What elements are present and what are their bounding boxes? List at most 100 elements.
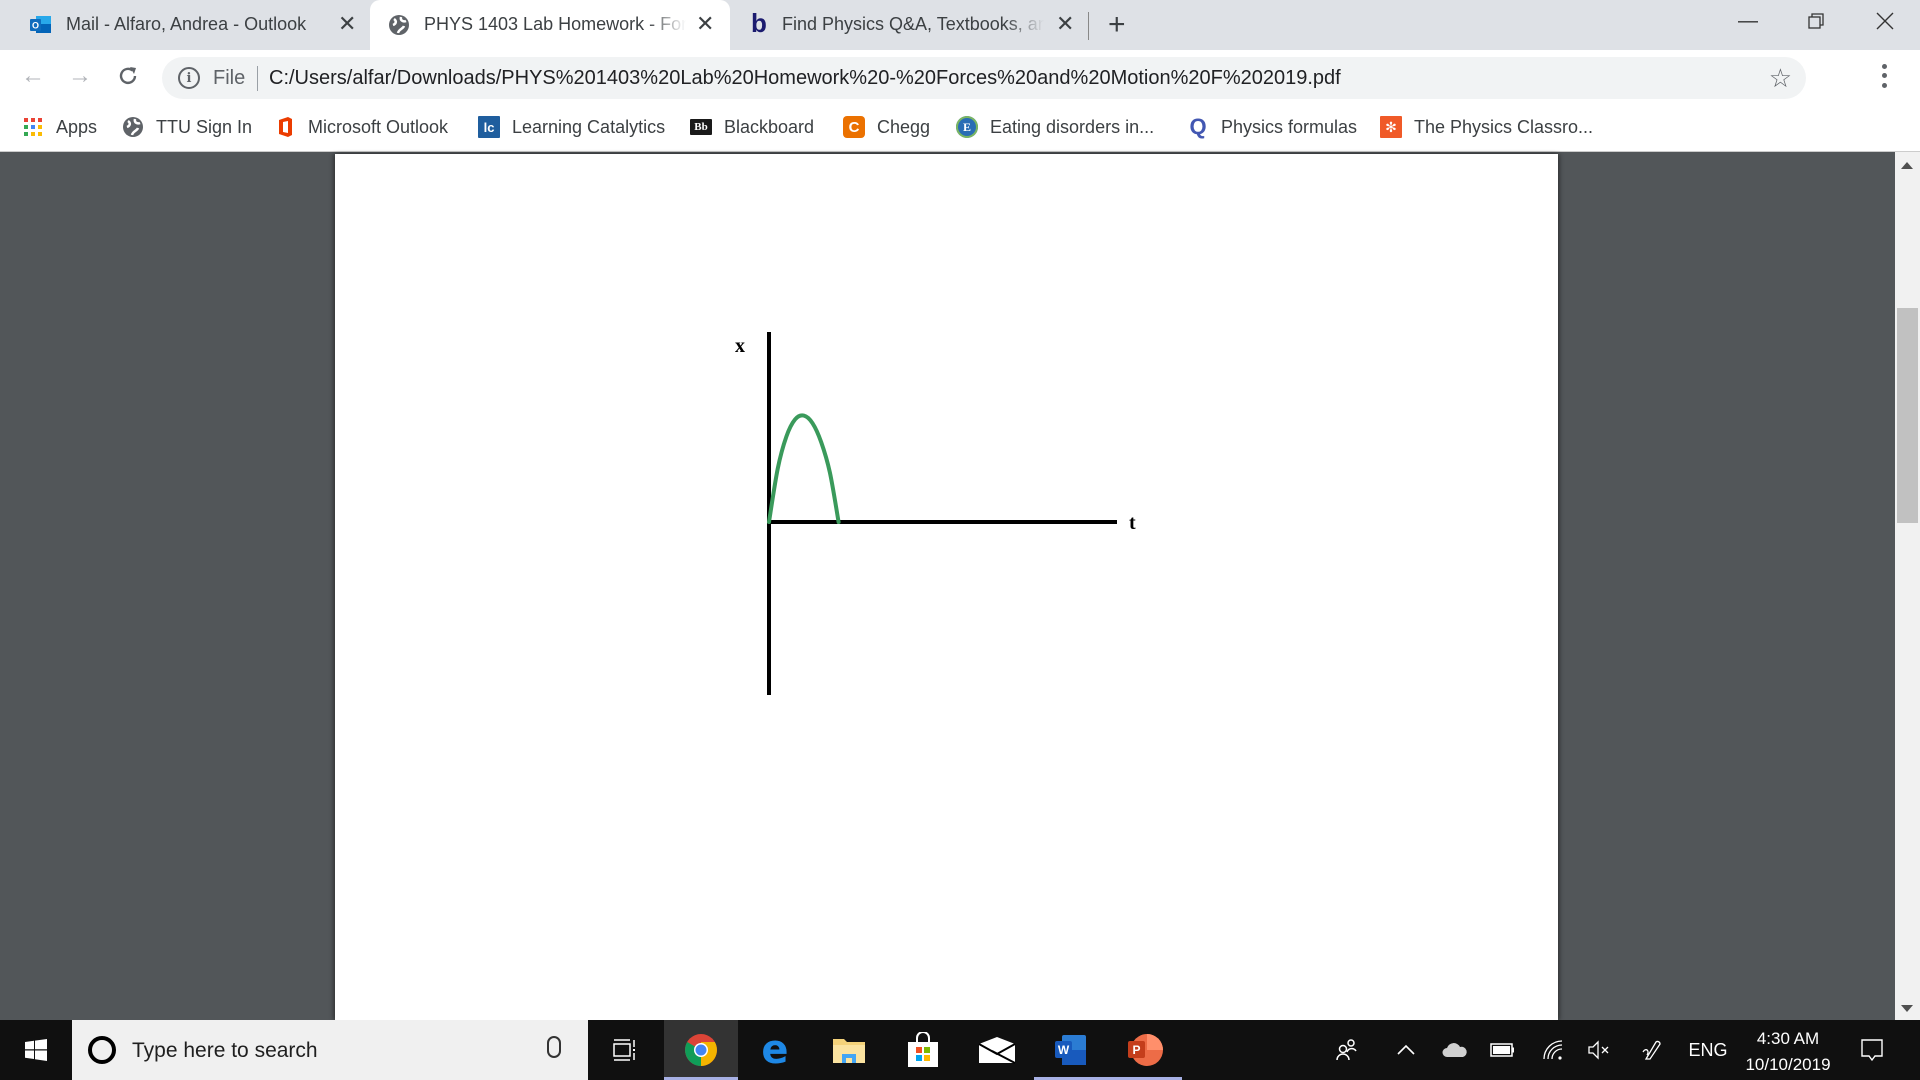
onedrive-cloud-icon [1442, 1043, 1467, 1057]
bookmark-label: Eating disorders in... [990, 116, 1155, 137]
scrollbar-thumb[interactable] [1897, 308, 1918, 523]
word-icon: W [1055, 1035, 1086, 1065]
bookmark-apps[interactable]: Apps [22, 115, 97, 139]
office-icon [274, 116, 296, 138]
close-tab-icon[interactable]: ✕ [1056, 13, 1074, 35]
bookmark-learning-catalytics[interactable]: lc Learning Catalytics [478, 115, 665, 139]
vertical-scrollbar[interactable] [1895, 152, 1920, 1020]
bookmark-label: TTU Sign In [156, 116, 253, 137]
globe-icon [388, 14, 410, 36]
scheme-label: File [213, 67, 246, 89]
tab-bartleby[interactable]: b Find Physics Q&A, Textbooks, and more … [740, 0, 1085, 50]
bookmark-physics-formulas[interactable]: Q Physics formulas [1187, 114, 1357, 139]
tab-outlook-mail[interactable]: O Mail - Alfaro, Andrea - Outlook ✕ [0, 0, 378, 50]
reload-button[interactable] [112, 60, 144, 92]
pdf-viewer[interactable]: x t [0, 152, 1895, 1020]
taskbar-powerpoint[interactable]: P [1108, 1020, 1182, 1080]
start-button[interactable] [0, 1020, 72, 1080]
back-button[interactable]: ← [17, 60, 49, 92]
address-bar[interactable]: i File C:/Users/alfar/Downloads/PHYS%201… [162, 57, 1806, 99]
series-line [767, 413, 841, 524]
taskbar-edge[interactable]: e [738, 1020, 812, 1080]
taskbar-mail[interactable] [960, 1020, 1034, 1080]
position-time-graph: x t [735, 332, 1136, 695]
bookmark-physics-classroom[interactable]: ✻ The Physics Classro... [1380, 115, 1593, 139]
url-text[interactable]: C:/Users/alfar/Downloads/PHYS%201403%20L… [269, 67, 1341, 90]
people-button[interactable] [1330, 1020, 1364, 1080]
taskbar-file-explorer[interactable] [812, 1020, 886, 1080]
restore-button[interactable] [1781, 0, 1851, 42]
battery-button[interactable] [1488, 1020, 1518, 1080]
windows-taskbar: Type here to search e W P ENG 4:30 AM 10… [0, 1020, 1920, 1080]
svg-text:O: O [32, 21, 39, 31]
network-button[interactable] [1538, 1020, 1568, 1080]
clock-time: 4:30 AM [1756, 1029, 1820, 1048]
task-view-button[interactable] [588, 1020, 662, 1080]
taskbar-word[interactable]: W [1034, 1020, 1108, 1080]
chevron-up-icon [1397, 1044, 1415, 1055]
y-axis-label: x [735, 335, 745, 357]
task-view-icon [613, 1039, 635, 1061]
learning-catalytics-icon: lc [478, 116, 500, 138]
bookmark-blackboard[interactable]: Bb Blackboard [690, 115, 814, 139]
pen-workspace-button[interactable] [1636, 1020, 1666, 1080]
store-icon [908, 1032, 938, 1067]
bookmarks-bar: Apps TTU Sign In Microsoft Outlook lc Le… [0, 102, 1920, 152]
info-icon[interactable]: i [178, 67, 200, 89]
volume-button[interactable] [1584, 1020, 1614, 1080]
bookmark-eating-disorders[interactable]: E Eating disorders in... [956, 115, 1154, 139]
bookmark-star-icon[interactable]: ☆ [1769, 63, 1792, 94]
outlook-icon: O [30, 14, 52, 36]
clock-date: 10/10/2019 [1745, 1055, 1831, 1074]
action-center-button[interactable] [1852, 1020, 1892, 1080]
mail-icon [978, 1037, 1016, 1064]
scroll-down-arrow-icon[interactable] [1901, 1005, 1913, 1012]
browser-toolbar: ← → i File C:/Users/alfar/Downloads/PHYS… [0, 50, 1920, 102]
bookmark-label: Chegg [877, 116, 931, 137]
bookmark-label: Blackboard [724, 116, 815, 137]
chegg-icon: C [843, 116, 865, 138]
browser-menu-button[interactable] [1874, 62, 1894, 90]
reload-icon [119, 67, 137, 85]
taskbar-search-box[interactable]: Type here to search [72, 1020, 588, 1080]
microphone-icon[interactable] [547, 1036, 561, 1058]
clock[interactable]: 4:30 AM 10/10/2019 [1728, 1026, 1848, 1078]
windows-logo-icon [25, 1039, 47, 1061]
powerpoint-icon: P [1128, 1034, 1163, 1066]
onedrive-button[interactable] [1440, 1020, 1470, 1080]
close-tab-icon[interactable]: ✕ [696, 13, 714, 35]
new-tab-button[interactable]: + [1108, 8, 1126, 42]
input-language-button[interactable]: ENG [1686, 1020, 1730, 1080]
wifi-icon [1543, 1040, 1563, 1060]
cortana-icon[interactable] [88, 1036, 116, 1064]
globe-icon [122, 116, 144, 138]
notification-icon [1861, 1039, 1883, 1062]
search-placeholder: Type here to search [132, 1039, 318, 1062]
volume-muted-icon [1588, 1040, 1609, 1060]
show-hidden-icons-button[interactable] [1392, 1020, 1420, 1080]
tab-title: Mail - Alfaro, Andrea - Outlook [66, 14, 307, 34]
taskbar-microsoft-store[interactable] [886, 1020, 960, 1080]
pen-icon [1642, 1040, 1661, 1060]
bookmark-microsoft-outlook[interactable]: Microsoft Outlook [274, 115, 448, 139]
minimize-button[interactable]: — [1713, 0, 1783, 42]
close-tab-icon[interactable]: ✕ [338, 13, 356, 35]
bookmark-ttu-sign-in[interactable]: TTU Sign In [122, 115, 252, 139]
address-separator [257, 66, 258, 91]
battery-icon [1490, 1043, 1514, 1057]
tab-divider [1088, 12, 1089, 40]
close-window-button[interactable] [1850, 0, 1920, 42]
bookmark-chegg[interactable]: C Chegg [843, 115, 930, 139]
encyclopedia-icon: E [956, 116, 978, 138]
forward-button[interactable]: → [64, 60, 96, 92]
edge-icon: e [761, 1027, 789, 1073]
svg-text:P: P [1132, 1043, 1140, 1057]
quizlet-icon: Q [1189, 114, 1207, 139]
x-axis-label: t [1129, 512, 1136, 534]
physics-classroom-icon: ✻ [1380, 116, 1402, 138]
restore-icon [1808, 13, 1824, 29]
taskbar-chrome[interactable] [664, 1020, 738, 1080]
tab-phys-pdf[interactable]: PHYS 1403 Lab Homework - Forces and Moti… [370, 0, 730, 50]
bookmark-label: Learning Catalytics [512, 116, 666, 137]
scroll-up-arrow-icon[interactable] [1901, 162, 1913, 169]
